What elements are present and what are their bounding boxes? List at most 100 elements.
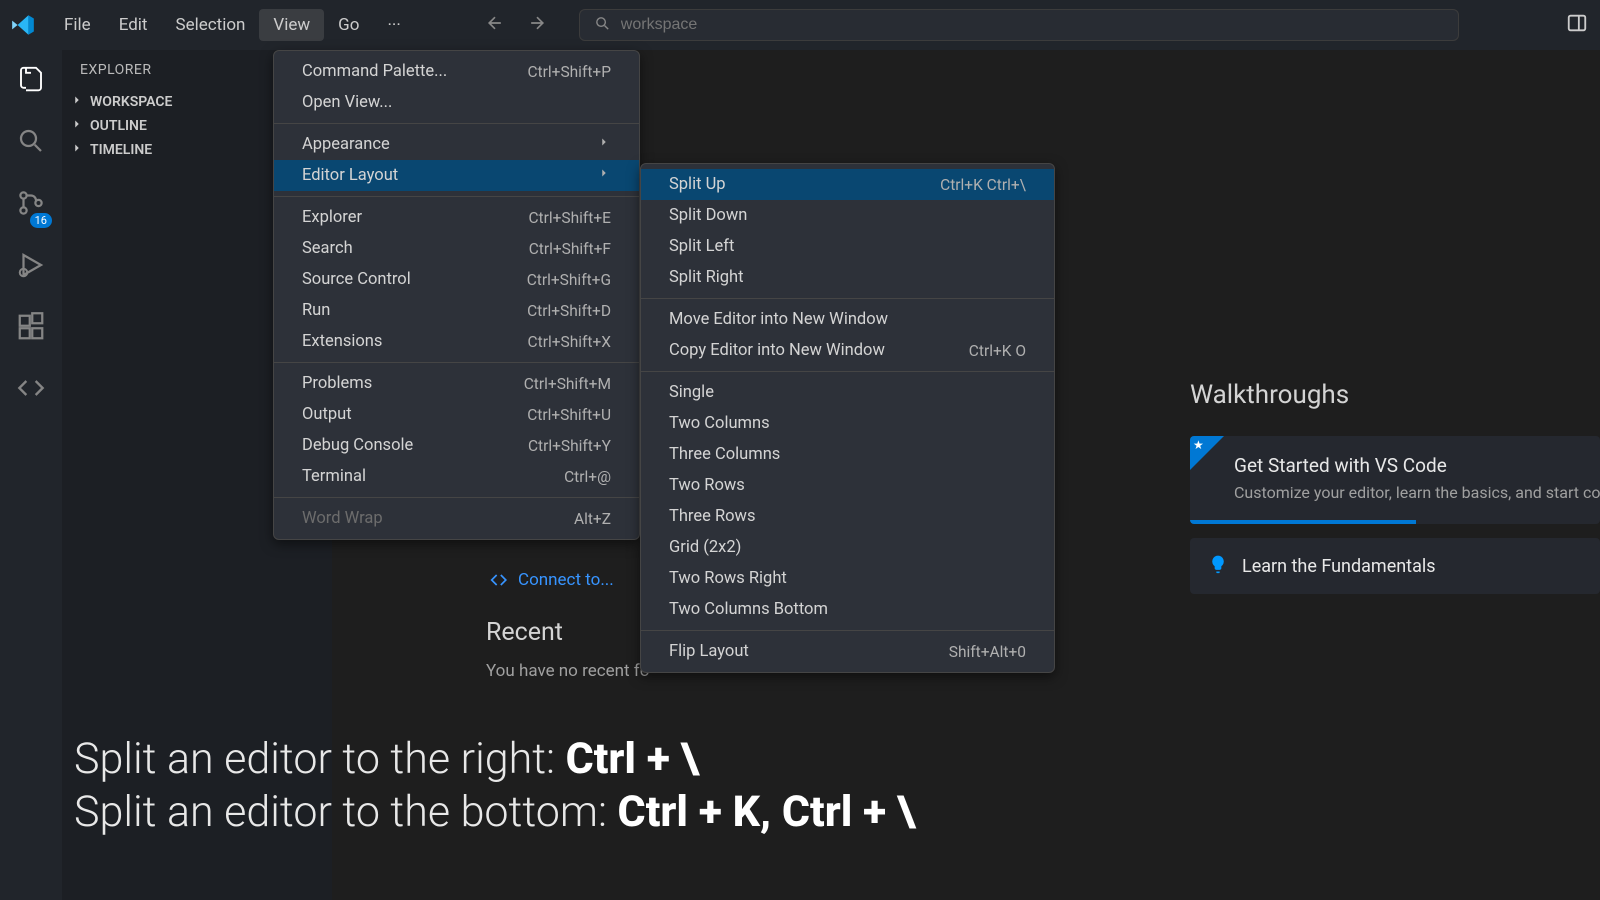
menu-item[interactable]: Command Palette...Ctrl+Shift+P (274, 56, 639, 87)
menu-item[interactable]: OutputCtrl+Shift+U (274, 399, 639, 430)
menu-item-label: Search (302, 239, 353, 258)
menu-item[interactable]: Split UpCtrl+K Ctrl+\ (641, 169, 1054, 200)
menu-separator (641, 371, 1054, 372)
menu-separator (274, 362, 639, 363)
menu-item[interactable]: Copy Editor into New WindowCtrl+K O (641, 335, 1054, 366)
activity-run-debug-icon[interactable] (16, 250, 46, 284)
connect-to-link[interactable]: Connect to... (490, 570, 614, 590)
menu-item[interactable]: Debug Console Ctrl+Shift+Y (274, 430, 639, 461)
menu-item[interactable]: Problems Ctrl+Shift+M (274, 368, 639, 399)
recent-section: Recent You have no recent fo (486, 618, 649, 681)
nav-forward-icon[interactable] (527, 13, 547, 37)
menu-item[interactable]: Split Down (641, 200, 1054, 231)
menu-item[interactable]: Single (641, 377, 1054, 408)
menu-item[interactable]: TerminalCtrl+@ (274, 461, 639, 492)
vscode-logo-icon (10, 12, 36, 38)
menu-item-label: Explorer (302, 208, 362, 227)
tip-line-2-shortcut: Ctrl + K, Ctrl + \ (618, 787, 916, 837)
toggle-panel-layout-icon[interactable] (1566, 12, 1588, 38)
menu-item[interactable]: Three Rows (641, 501, 1054, 532)
walkthrough-card-desc: Customize your editor, learn the basics,… (1234, 483, 1580, 502)
menu-item[interactable]: Source ControlCtrl+Shift+G (274, 264, 639, 295)
menu-item[interactable]: Two Rows (641, 470, 1054, 501)
menu-item-shortcut: Ctrl+K O (969, 342, 1026, 360)
activity-remote-icon[interactable] (17, 374, 45, 406)
menu-separator (274, 196, 639, 197)
menu-item-label: Single (669, 383, 714, 402)
menu-item-shortcut: Ctrl+Shift+E (528, 209, 611, 227)
walkthrough-card-title: Get Started with VS Code (1234, 454, 1580, 477)
menu-separator (274, 497, 639, 498)
walkthrough-get-started[interactable]: Get Started with VS Code Customize your … (1190, 436, 1600, 524)
view-menu-dropdown: Command Palette...Ctrl+Shift+POpen View.… (273, 50, 640, 540)
tip-line-1-text: Split an editor to the right: (74, 734, 566, 784)
walkthrough-learn-fundamentals[interactable]: Learn the Fundamentals (1190, 538, 1600, 594)
menu-item-label: Command Palette... (302, 62, 447, 81)
menu-item-label: Two Columns Bottom (669, 600, 828, 619)
star-corner-icon (1190, 436, 1224, 470)
menu-item-label: Flip Layout (669, 642, 749, 661)
menu-selection[interactable]: Selection (161, 9, 259, 41)
menu-go[interactable]: Go (324, 9, 373, 41)
activity-source-control-icon[interactable]: 16 (16, 188, 46, 222)
command-center-input[interactable] (621, 16, 1444, 34)
menu-item-label: Word Wrap (302, 509, 383, 528)
menu-file[interactable]: File (50, 9, 105, 41)
menu-item[interactable]: Two Columns Bottom (641, 594, 1054, 625)
menu-item-shortcut: Ctrl+Shift+M (524, 375, 611, 393)
menu-item[interactable]: SearchCtrl+Shift+F (274, 233, 639, 264)
menu-view[interactable]: View (259, 9, 324, 41)
menu-item-shortcut: Shift+Alt+0 (949, 643, 1026, 661)
editor-layout-submenu: Split UpCtrl+K Ctrl+\Split DownSplit Lef… (640, 163, 1055, 673)
menu-item[interactable]: Split Left (641, 231, 1054, 262)
menu-item-label: Three Columns (669, 445, 780, 464)
menu-item[interactable]: ExtensionsCtrl+Shift+X (274, 326, 639, 357)
keyboard-tip-overlay: Split an editor to the right: Ctrl + \ S… (74, 733, 915, 841)
menu-item[interactable]: Two Columns (641, 408, 1054, 439)
activity-explorer-icon[interactable] (16, 64, 46, 98)
menu-item-shortcut: Ctrl+Shift+X (528, 333, 611, 351)
walkthroughs-section: Walkthroughs Get Started with VS Code Cu… (1190, 380, 1600, 608)
search-icon (594, 15, 611, 36)
activity-extensions-icon[interactable] (16, 312, 46, 346)
menu-item[interactable]: Grid (2x2) (641, 532, 1054, 563)
nav-back-icon[interactable] (485, 13, 505, 37)
menu-item-label: Output (302, 405, 352, 424)
menu-separator (641, 298, 1054, 299)
menu-item[interactable]: Three Columns (641, 439, 1054, 470)
sidebar-item-label: OUTLINE (90, 118, 147, 134)
menu-item-label: Three Rows (669, 507, 755, 526)
command-center-search[interactable] (579, 9, 1459, 41)
menu-item[interactable]: Open View... (274, 87, 639, 118)
menu-item-shortcut: Ctrl+Shift+Y (528, 437, 611, 455)
menu-item-label: Debug Console (302, 436, 413, 455)
menu-item-shortcut: Ctrl+@ (564, 468, 611, 486)
menu-item-label: Split Right (669, 268, 744, 287)
menu-item-label: Two Rows Right (669, 569, 787, 588)
activity-search-icon[interactable] (16, 126, 46, 160)
menu-item[interactable]: Explorer Ctrl+Shift+E (274, 202, 639, 233)
menu-item[interactable]: Move Editor into New Window (641, 304, 1054, 335)
nav-arrows (485, 13, 547, 37)
menu-item-shortcut: Alt+Z (574, 510, 611, 528)
menu-item-label: Appearance (302, 135, 390, 154)
menu-item-shortcut: Ctrl+Shift+G (527, 271, 611, 289)
menu-item[interactable]: Split Right (641, 262, 1054, 293)
menu-item[interactable]: Word Wrap Alt+Z (274, 503, 639, 534)
menu-item[interactable]: Appearance (274, 129, 639, 160)
menu-more[interactable]: ··· (373, 9, 414, 41)
activity-bar: 16 (0, 50, 62, 900)
chevron-right-icon (597, 135, 611, 154)
menu-item[interactable]: Two Rows Right (641, 563, 1054, 594)
menu-edit[interactable]: Edit (105, 9, 162, 41)
walkthrough-progress-bar (1190, 520, 1416, 524)
menu-item-label: Move Editor into New Window (669, 310, 888, 329)
menu-item-label: Two Rows (669, 476, 745, 495)
menu-item[interactable]: Flip Layout Shift+Alt+0 (641, 636, 1054, 667)
source-control-badge: 16 (30, 213, 52, 228)
menu-item[interactable]: RunCtrl+Shift+D (274, 295, 639, 326)
menu-item-label: Problems (302, 374, 372, 393)
menu-item-label: Run (302, 301, 330, 320)
walkthrough-card-title: Learn the Fundamentals (1242, 556, 1436, 577)
menu-item[interactable]: Editor Layout (274, 160, 639, 191)
